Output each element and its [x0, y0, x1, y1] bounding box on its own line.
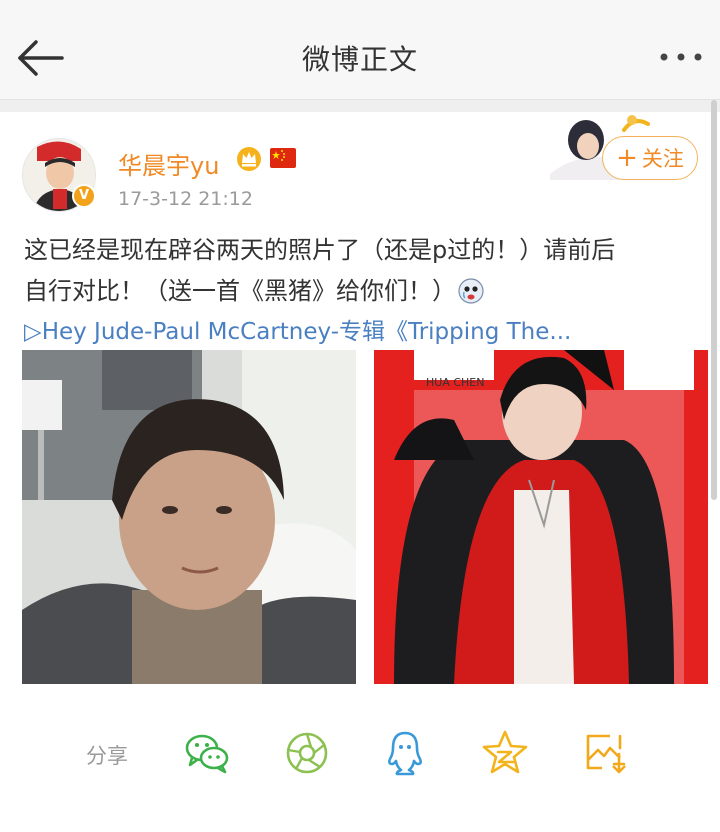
post-timestamp: 17-3-12 21:12 — [118, 188, 253, 210]
magazine-image: HUA CHEN — [374, 350, 708, 684]
post-body: 这已经是现在辟谷两天的照片了（还是p过的！）请前后 自行对比！（送一首《黑猪》给… — [24, 230, 704, 312]
post-text-line-1: 这已经是现在辟谷两天的照片了（还是p过的！）请前后 — [24, 236, 616, 264]
page-title: 微博正文 — [301, 43, 418, 76]
post-text-line-2-content: 自行对比！（送一首《黑猪》给你们！） — [24, 277, 456, 305]
share-label: 分享 — [86, 744, 128, 768]
moments-icon[interactable] — [282, 728, 332, 778]
username[interactable]: 华晨宇yu — [118, 146, 219, 181]
follow-label: 关注 — [641, 147, 684, 171]
music-link[interactable]: ▷Hey Jude-Paul McCartney-专辑《Tripping The… — [24, 312, 704, 346]
plus-icon: + — [616, 143, 638, 173]
photo-caption: HUA CHEN — [426, 376, 484, 389]
crown-icon[interactable] — [236, 146, 262, 172]
qzone-star-icon[interactable] — [480, 728, 530, 778]
post-text-line-2: 自行对比！（送一首《黑猪》给你们！） — [24, 271, 704, 312]
top-nav-bar: 微博正文 — [0, 0, 720, 100]
verified-badge-icon: V — [72, 184, 96, 208]
selfie-image — [22, 350, 356, 684]
post-photo-1[interactable] — [22, 350, 356, 684]
crying-emoji-icon — [458, 278, 484, 304]
save-image-icon[interactable] — [580, 728, 630, 778]
more-dots-icon[interactable] — [656, 44, 706, 70]
scrollbar[interactable] — [711, 100, 717, 500]
qq-icon[interactable] — [380, 728, 430, 778]
follow-button[interactable]: + 关注 — [602, 136, 698, 180]
wechat-icon[interactable] — [182, 728, 232, 778]
post-photo-2[interactable]: HUA CHEN — [374, 350, 708, 684]
china-flag-icon — [270, 148, 296, 168]
